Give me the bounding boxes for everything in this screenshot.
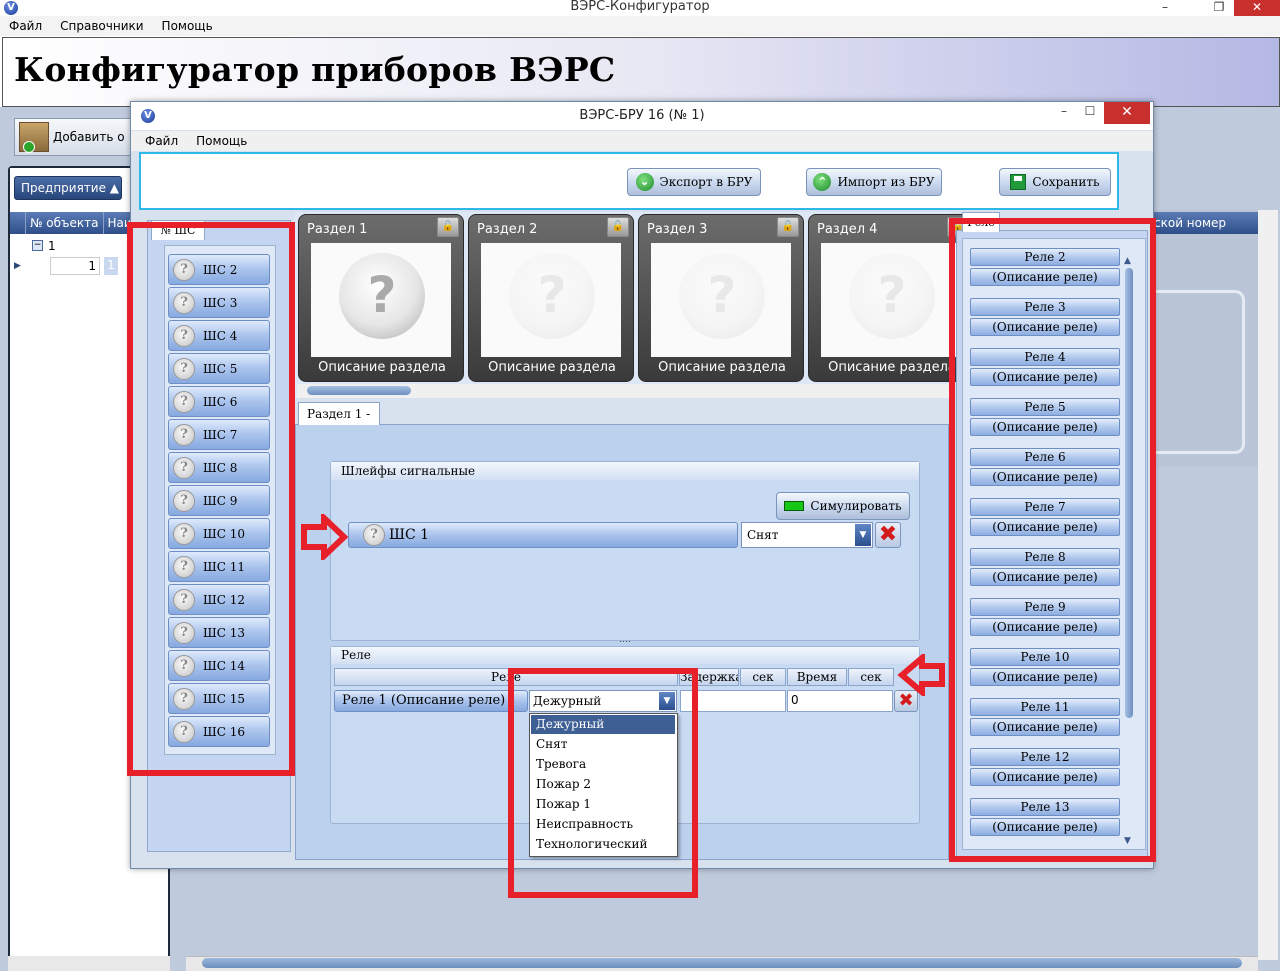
tab-razdel-1[interactable]: Раздел 1 - [298,402,380,425]
razdel-title: Раздел 1 [307,222,368,237]
outer-menubar: Файл Справочники Помощь [0,16,1280,36]
razdel-title: Раздел 4 [817,222,878,237]
outer-titlebar: ВЭРС-Конфигуратор [0,0,1280,16]
lock-icon[interactable]: 🔓 [437,217,459,237]
import-up-icon: ⌃ [813,173,832,191]
chevron-down-icon[interactable]: ▼ [855,524,871,546]
dialog-close-icon[interactable]: ✕ [1104,102,1150,124]
minimize-icon[interactable]: – [1152,0,1178,14]
dialog-maximize-icon[interactable]: ☐ [1078,104,1102,118]
dialog-minimize-icon[interactable]: – [1052,104,1076,118]
column-time[interactable]: Время [787,668,847,686]
vertical-scrollbar[interactable] [1258,210,1278,960]
razdel-card[interactable]: Раздел 3 🔓? Описание раздела [638,214,804,382]
dialog-toolbar: ⌄ Экспорт в БРУ ⌃ Импорт из БРУ Сохранит… [139,152,1119,210]
annotation-box-shc [127,222,295,776]
shleify-groupbox [330,461,920,641]
splitter-handle[interactable]: .... [610,636,640,645]
razdel-image: ? [481,243,621,357]
question-icon: ? [509,253,595,339]
shc-1-row[interactable]: ? ШС 1 [348,522,738,548]
shc-state-select[interactable]: Снят ▼ [741,522,873,548]
scrollbar-thumb[interactable] [202,958,1242,968]
rele-1-row[interactable]: Реле 1 (Описание реле) [334,690,528,712]
dialog-logo-icon: V [141,109,155,123]
collapse-icon[interactable]: − [32,240,43,251]
razdel-title: Раздел 2 [477,222,538,237]
dialog-menu-file[interactable]: Файл [131,134,187,148]
razdel-card[interactable]: Раздел 1 🔓? Описание раздела [298,214,464,382]
details-frame [1150,290,1245,454]
menu-references[interactable]: Справочники [51,19,152,33]
column-delay-unit[interactable]: сек [740,668,786,686]
export-down-icon: ⌄ [635,173,654,191]
enterprise-dropdown[interactable]: Предприятие ▲ [14,176,122,200]
maximize-icon[interactable]: ❐ [1206,0,1232,14]
shleify-header: Шлейфы сигнальные [331,462,919,480]
annotation-arrow-right-icon [301,514,348,560]
razdel-description: Описание раздела [658,360,786,375]
question-icon: ? [339,253,425,339]
column-object-number[interactable]: № объекта [26,212,104,234]
razdel-card[interactable]: Раздел 2 🔓? Описание раздела [468,214,634,382]
razdel-description: Описание раздела [318,360,446,375]
add-object-button[interactable]: Добавить о [14,118,134,156]
razdel-title: Раздел 3 [647,222,708,237]
led-indicator-icon [784,501,805,511]
row-pointer-icon: ▶ [14,261,21,271]
page-title: Конфигуратор приборов ВЭРС [14,50,616,89]
razdel-image: ? [651,243,791,357]
lock-icon[interactable]: 🔓 [607,217,629,237]
lock-icon[interactable]: 🔓 [777,217,799,237]
building-add-icon [19,122,49,153]
save-button[interactable]: Сохранить [999,168,1111,196]
left-horizontal-scrollbar[interactable] [8,956,170,971]
dialog-menu-help[interactable]: Помощь [187,134,256,148]
dialog-menubar: Файл Помощь [131,131,1153,151]
simulate-button[interactable]: Симулировать [776,492,910,520]
menu-help[interactable]: Помощь [153,19,222,33]
column-serial-number[interactable]: ской номер [1150,212,1258,234]
question-icon: ? [679,253,765,339]
razdel-image: ? [821,243,961,357]
dialog-titlebar: ВЭРС-БРУ 16 (№ 1) [131,102,1153,130]
outer-window-title: ВЭРС-Конфигуратор [570,0,710,14]
enterprise-label: Предприятие [21,181,106,195]
save-icon [1010,174,1027,190]
question-icon: ? [849,253,935,339]
annotation-box-rele [949,218,1156,862]
razdel-image: ? [311,243,451,357]
annotation-arrow-left-icon [897,654,945,696]
import-button[interactable]: ⌃ Импорт из БРУ [806,168,942,196]
razdel-scrollbar-thumb[interactable] [307,386,411,395]
app-logo-icon: V [4,1,18,15]
razdel-description: Описание раздела [488,360,616,375]
close-icon[interactable]: ✕ [1234,0,1280,16]
add-object-label: Добавить о [53,130,125,144]
time-input[interactable]: 0 [787,690,893,712]
dialog-title: ВЭРС-БРУ 16 (№ 1) [579,108,705,123]
delete-shc-button[interactable]: ✖ [875,522,901,548]
annotation-box-dropdown [508,668,698,898]
menu-file[interactable]: Файл [0,19,51,33]
column-time-unit[interactable]: сек [848,668,894,686]
rele-header: Реле [331,647,919,664]
question-icon: ? [363,524,385,546]
export-button[interactable]: ⌄ Экспорт в БРУ [627,168,761,196]
